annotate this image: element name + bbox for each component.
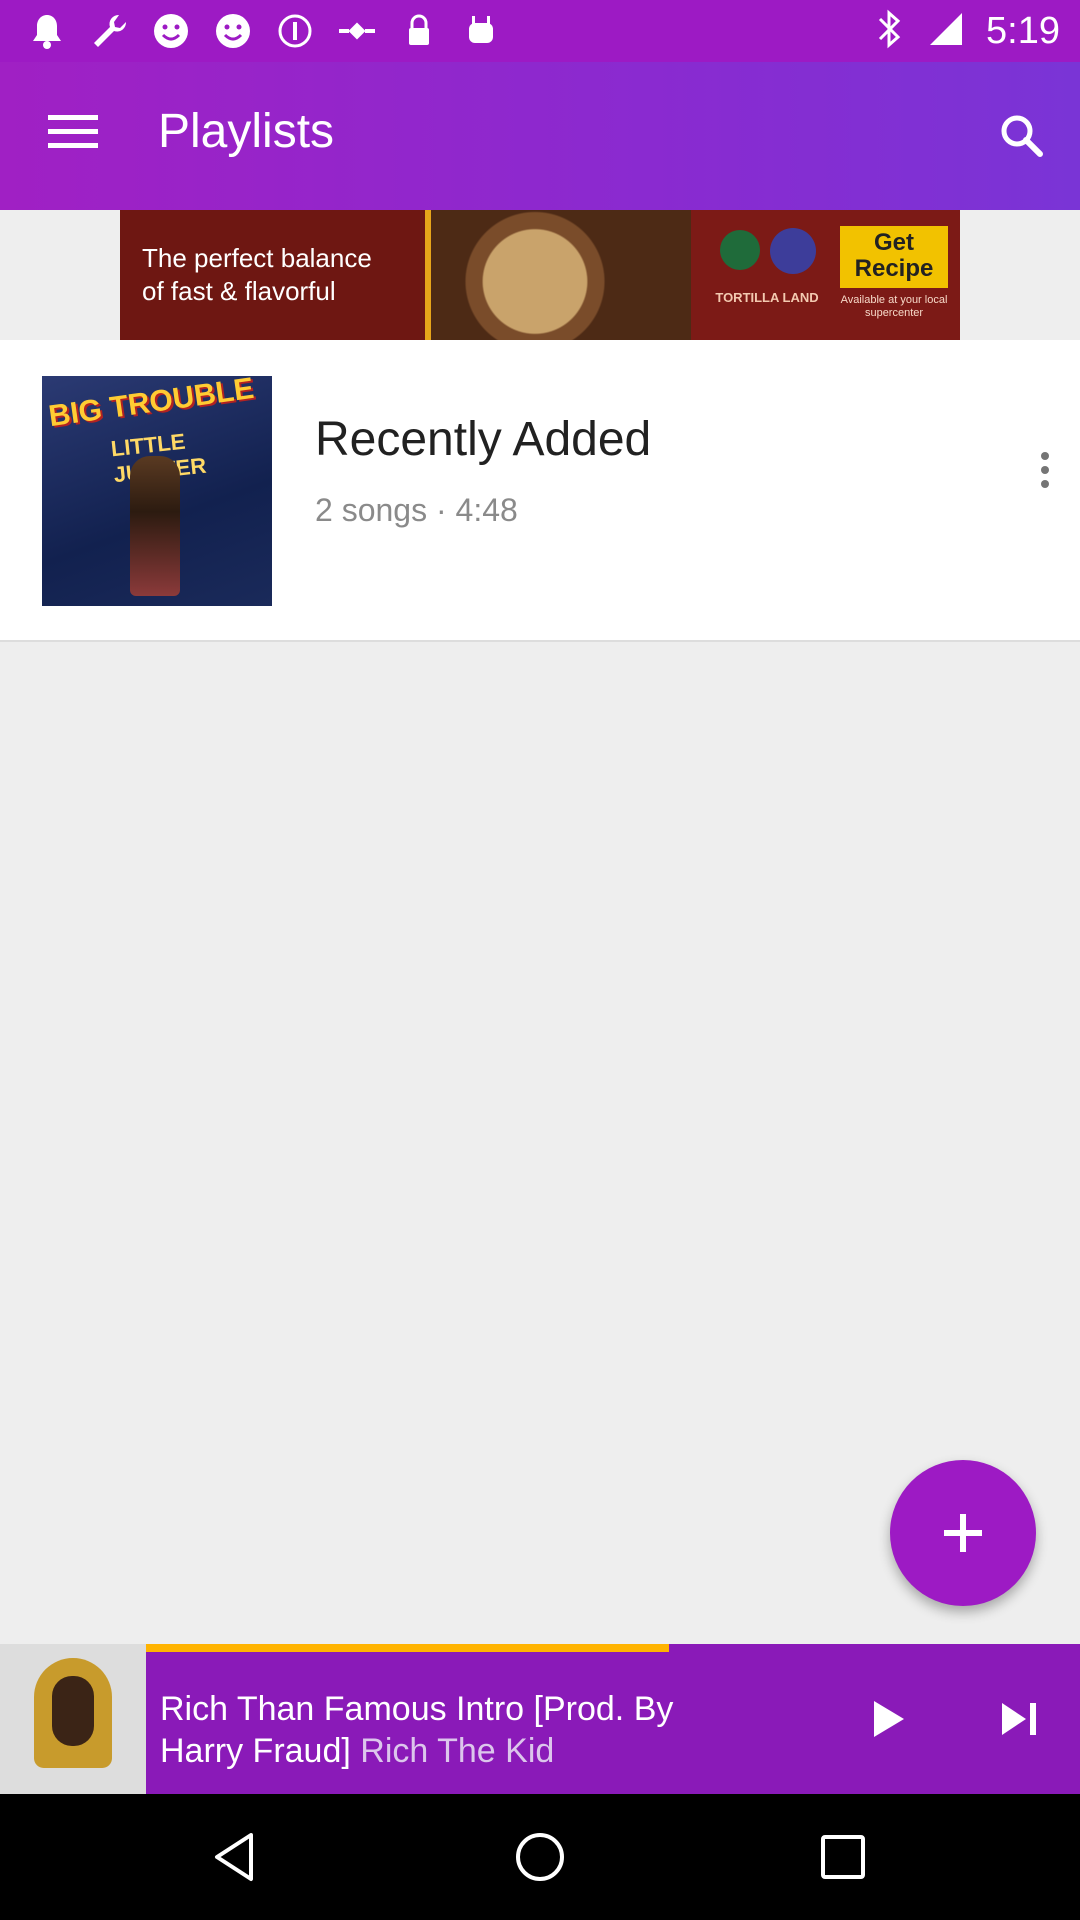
- list-item[interactable]: BIG TROUBLE LITTLE JUPITER Recently Adde…: [0, 340, 1080, 640]
- smiley-icon-2: [210, 8, 256, 54]
- status-notification-icons: [24, 8, 504, 54]
- more-options-icon[interactable]: [1030, 440, 1060, 500]
- playback-progress: [146, 1644, 1080, 1652]
- lock-icon: [396, 8, 442, 54]
- back-icon[interactable]: [200, 1822, 270, 1892]
- ad-headline-panel: The perfect balance of fast & flavorful: [120, 210, 431, 340]
- skip-next-icon: [1002, 1703, 1036, 1735]
- now-playing-text: Rich Than Famous Intro [Prod. By Harry F…: [160, 1688, 720, 1772]
- playlist-title: Recently Added: [315, 413, 652, 466]
- satellite-icon: [334, 8, 380, 54]
- system-nav-bar: [0, 1794, 1080, 1920]
- wrench-icon: [86, 8, 132, 54]
- ad-food-image: [431, 210, 691, 340]
- signal-icon: [926, 9, 966, 54]
- bluetooth-icon: [872, 9, 906, 54]
- ad-cta-button[interactable]: Get Recipe: [840, 226, 948, 288]
- artwork-figure: [130, 456, 180, 596]
- ad-brand-logo-2: [770, 228, 816, 274]
- ad-brand-text: TORTILLA LAND: [715, 290, 819, 305]
- playback-progress-fill: [146, 1644, 670, 1652]
- status-bar: 5:19: [0, 0, 1080, 62]
- ad-banner[interactable]: The perfect balance of fast & flavorful …: [120, 210, 960, 340]
- play-icon: [874, 1701, 904, 1737]
- info-icon: [272, 8, 318, 54]
- android-icon: [458, 8, 504, 54]
- ad-headline: The perfect balance of fast & flavorful: [142, 243, 372, 306]
- page-title: Playlists: [158, 105, 335, 158]
- recents-icon[interactable]: [808, 1822, 878, 1892]
- playlist-meta: 2 songs · 4:48: [315, 492, 518, 528]
- status-time: 5:19: [986, 9, 1060, 52]
- now-playing-bar[interactable]: Rich Than Famous Intro [Prod. By Harry F…: [0, 1644, 1080, 1794]
- playlist-artwork: BIG TROUBLE LITTLE JUPITER: [42, 376, 272, 606]
- ad-brand-logo: [720, 230, 760, 270]
- skip-next-button[interactable]: [988, 1684, 1052, 1754]
- now-playing-artist: Rich The Kid: [360, 1732, 555, 1770]
- menu-icon[interactable]: [40, 106, 106, 166]
- playlist-list: BIG TROUBLE LITTLE JUPITER Recently Adde…: [0, 340, 1080, 642]
- now-playing-artwork: [0, 1644, 146, 1794]
- ad-cta-subtext: Available at your local supercenter: [840, 294, 948, 319]
- plus-icon: [944, 1514, 982, 1552]
- home-icon[interactable]: [505, 1822, 575, 1892]
- play-button[interactable]: [856, 1684, 920, 1754]
- smiley-icon: [148, 8, 194, 54]
- notification-icon: [24, 8, 70, 54]
- add-playlist-button[interactable]: [890, 1460, 1036, 1606]
- status-system-icons: 5:19: [872, 0, 1060, 62]
- search-icon[interactable]: [992, 106, 1052, 166]
- app-bar: Playlists: [0, 62, 1080, 210]
